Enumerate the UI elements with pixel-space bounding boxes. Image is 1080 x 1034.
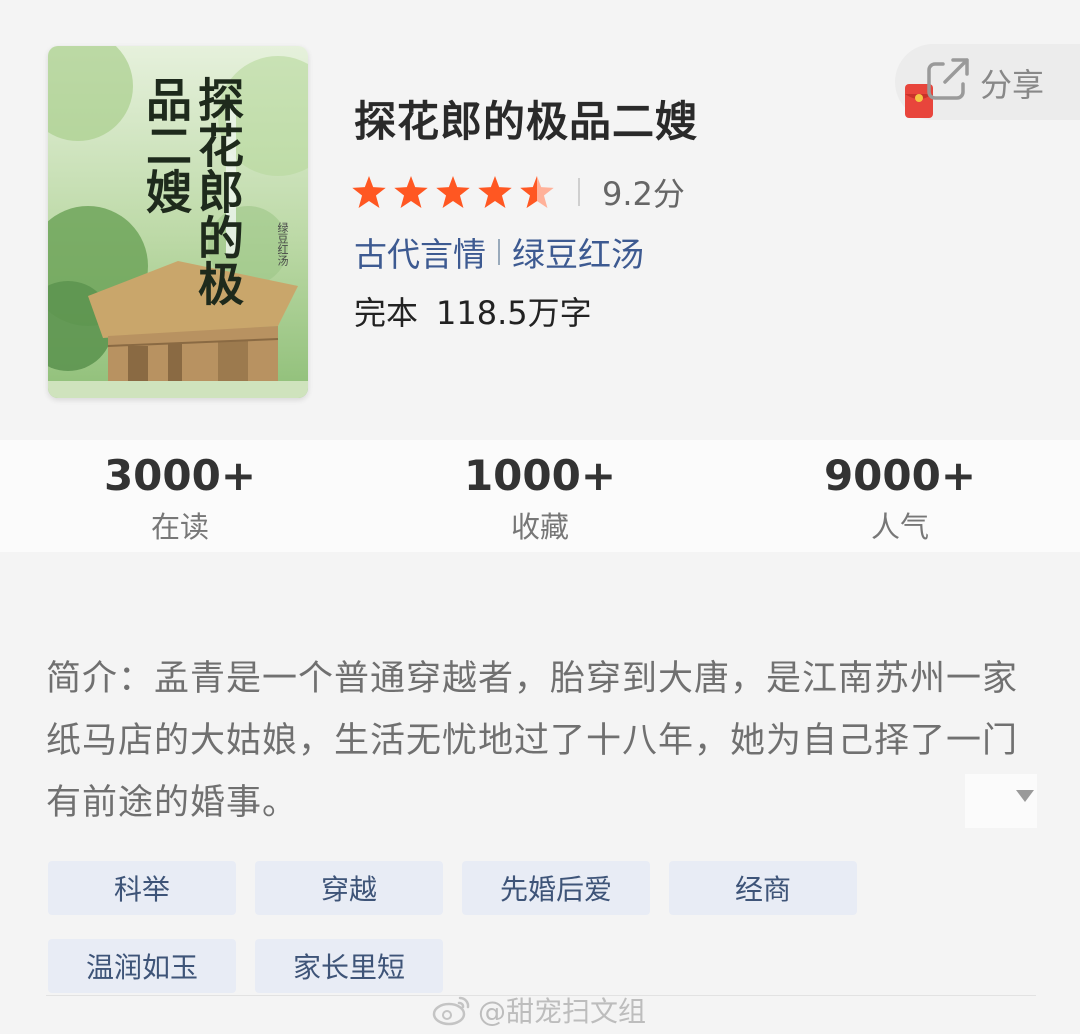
category-divider bbox=[498, 239, 500, 265]
share-button[interactable]: 分享 bbox=[895, 44, 1080, 120]
stat-popularity: 9000+ 人气 bbox=[720, 440, 1080, 552]
book-synopsis[interactable]: 简介：孟青是一个普通穿越者，胎穿到大唐，是江南苏州一家纸马店的大姑娘，生活无忧地… bbox=[46, 648, 1038, 834]
author-link[interactable]: 绿豆红汤 bbox=[512, 228, 644, 276]
book-rating: 9.2分 bbox=[352, 172, 685, 213]
rating-divider bbox=[578, 178, 580, 206]
cover-title-text: 探花郎的极品二嫂 bbox=[139, 76, 245, 306]
tag-chip[interactable]: 温润如玉 bbox=[48, 939, 236, 993]
stat-label: 人气 bbox=[870, 510, 929, 544]
stat-label: 收藏 bbox=[510, 510, 569, 544]
share-icon bbox=[927, 58, 969, 100]
stat-favorites: 1000+ 收藏 bbox=[360, 440, 720, 552]
tag-chip[interactable]: 穿越 bbox=[255, 861, 443, 915]
stat-reading: 3000+ 在读 bbox=[0, 440, 360, 552]
watermark-text: @甜宠扫文组 bbox=[478, 995, 647, 1028]
book-cover[interactable]: 探花郎的极品二嫂 绿豆红汤 bbox=[48, 46, 308, 398]
chevron-down-icon bbox=[1016, 790, 1034, 802]
tag-chip[interactable]: 家长里短 bbox=[255, 939, 443, 993]
tag-chip[interactable]: 先婚后爱 bbox=[462, 861, 650, 915]
book-header: 探花郎的极品二嫂 绿豆红汤 探花郎的极品二嫂 分享 9.2分 古代言情 绿豆红汤… bbox=[0, 0, 1080, 440]
book-tags: 科举 穿越 先婚后爱 经商 温润如玉 家长里短 bbox=[48, 861, 888, 993]
rating-stars bbox=[352, 176, 554, 208]
watermark: @甜宠扫文组 bbox=[432, 990, 646, 1030]
book-categories: 古代言情 绿豆红汤 bbox=[354, 228, 644, 276]
tag-chip[interactable]: 科举 bbox=[48, 861, 236, 915]
star-icon bbox=[394, 176, 428, 208]
cover-author-signature: 绿豆红汤 bbox=[276, 222, 289, 266]
stat-value: 1000+ bbox=[463, 451, 617, 500]
star-icon bbox=[478, 176, 512, 208]
weibo-icon bbox=[432, 996, 470, 1026]
stat-label: 在读 bbox=[150, 510, 209, 544]
stat-value: 3000+ bbox=[103, 451, 257, 500]
word-count: 118.5万字 bbox=[436, 294, 592, 332]
book-title: 探花郎的极品二嫂 bbox=[354, 97, 699, 146]
expand-synopsis-button[interactable] bbox=[965, 774, 1037, 828]
book-status-line: 完本 118.5万字 bbox=[354, 288, 592, 334]
star-icon bbox=[436, 176, 470, 208]
tag-chip[interactable]: 经商 bbox=[669, 861, 857, 915]
book-stats: 3000+ 在读 1000+ 收藏 9000+ 人气 bbox=[0, 440, 1080, 552]
rating-score: 9.2分 bbox=[602, 175, 685, 213]
star-icon bbox=[352, 176, 386, 208]
completion-status: 完本 bbox=[354, 294, 419, 332]
category-link[interactable]: 古代言情 bbox=[354, 228, 486, 276]
share-label: 分享 bbox=[980, 66, 1045, 104]
stat-value: 9000+ bbox=[823, 451, 977, 500]
half-star-icon bbox=[520, 176, 554, 208]
